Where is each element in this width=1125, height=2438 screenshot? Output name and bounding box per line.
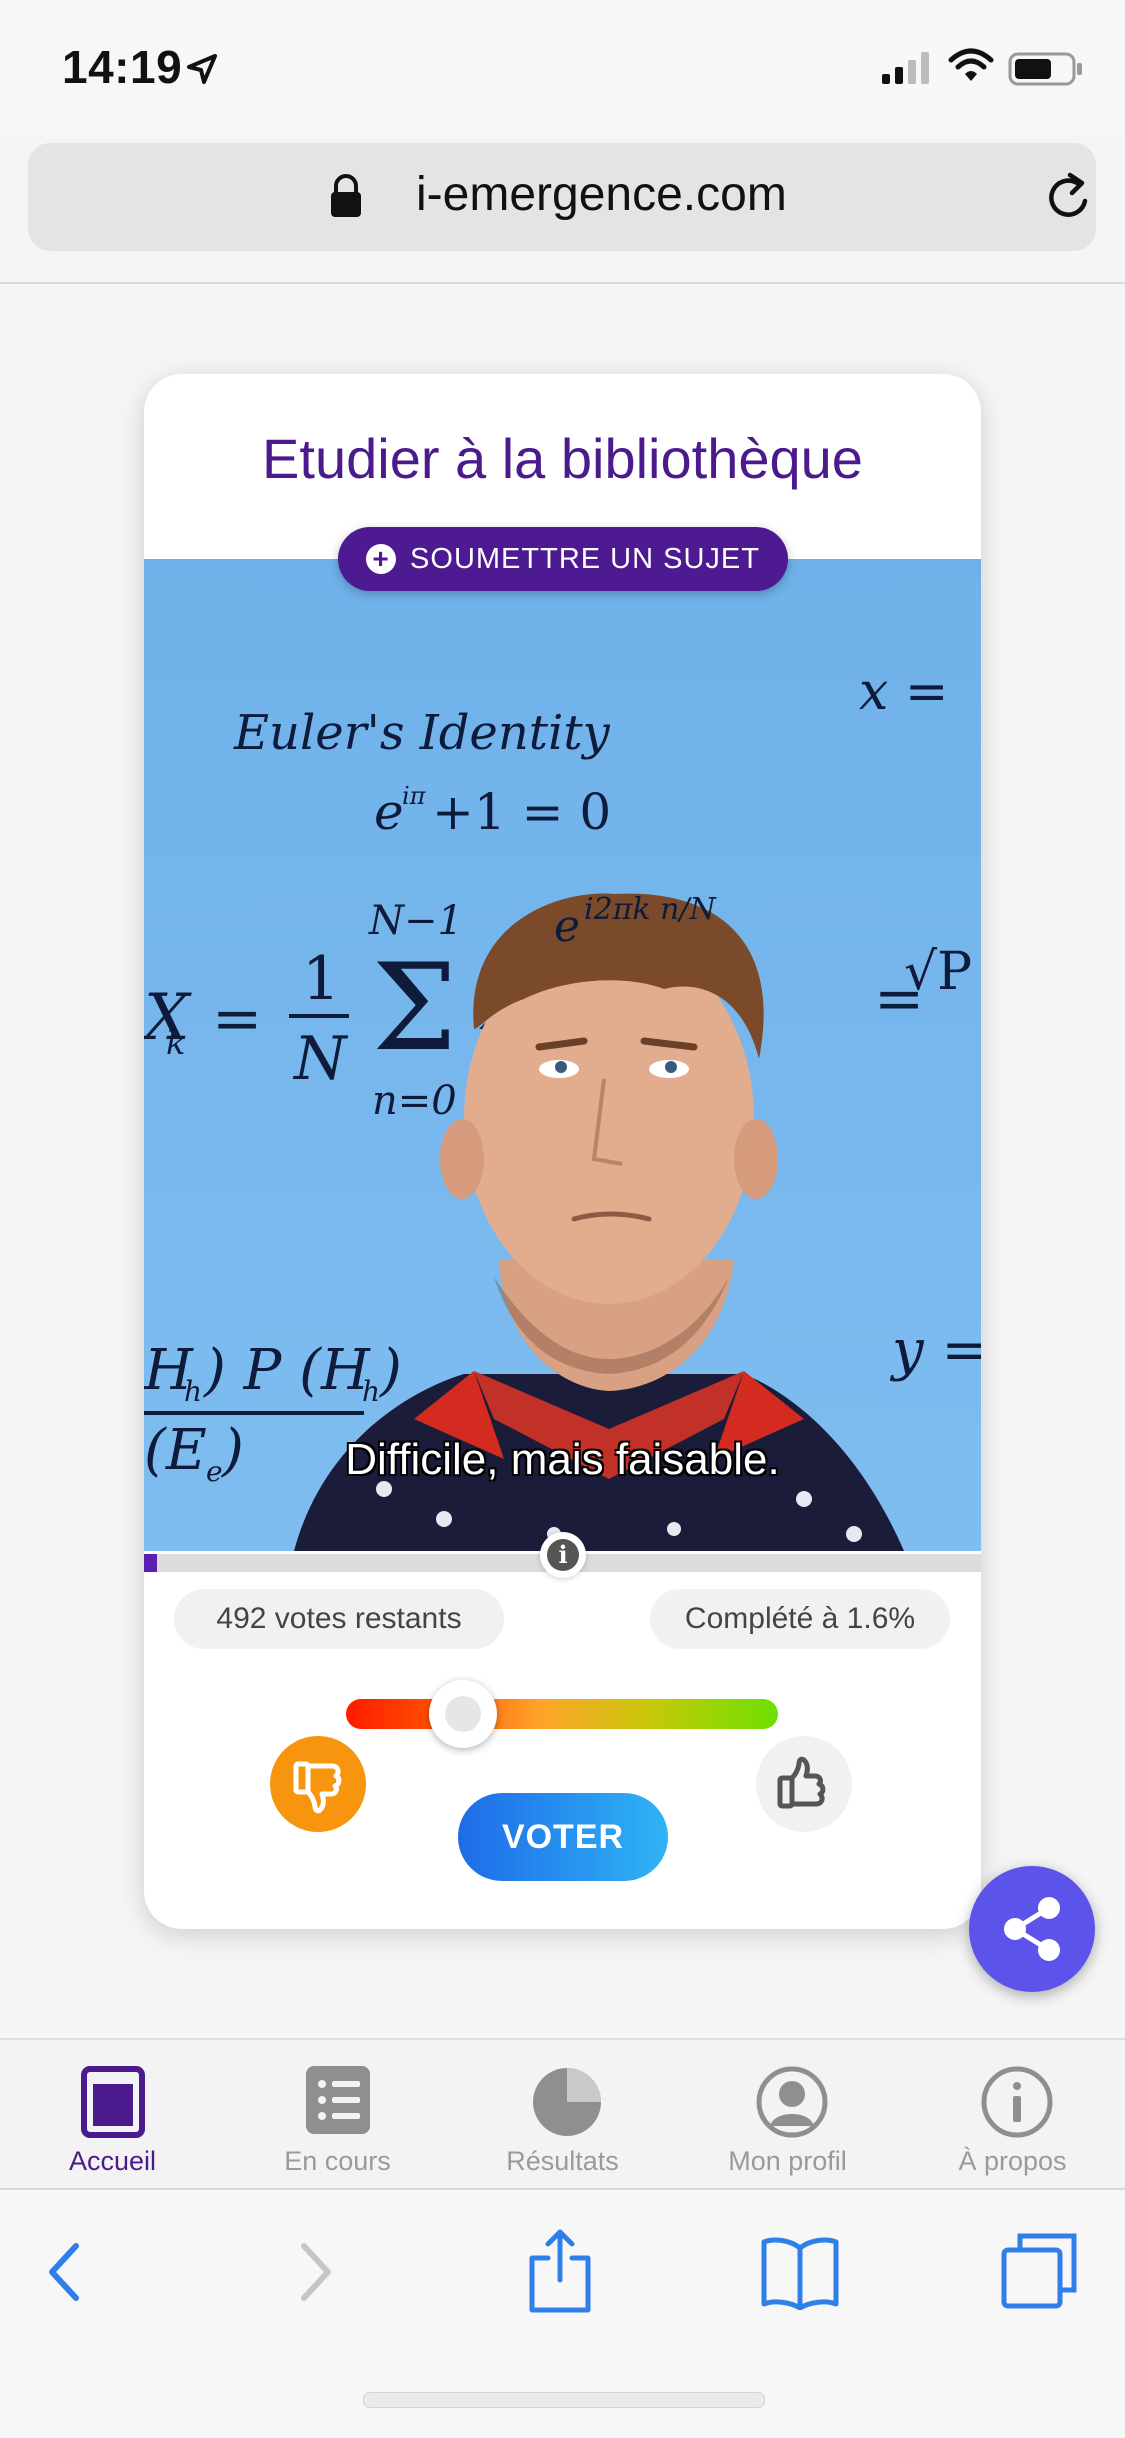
svg-text:i2πk n/N: i2πk n/N (584, 892, 718, 927)
math-background: Euler's Identity eiπ +1 = 0 x = Xk = 1 N… (144, 559, 981, 1551)
reload-icon[interactable] (1044, 171, 1094, 223)
svg-text:1: 1 (302, 944, 340, 1014)
thumbs-down-icon (293, 1761, 342, 1814)
svg-text:k: k (166, 1024, 185, 1062)
svg-text:iπ: iπ (402, 782, 427, 810)
svg-text:y =: y = (889, 1318, 981, 1383)
svg-text:+1 = 0: +1 = 0 (432, 783, 611, 841)
battery-icon (1008, 52, 1082, 86)
address-bar[interactable]: i-emergence.com (28, 143, 1096, 251)
tabs-icon[interactable] (1000, 2232, 1080, 2312)
back-icon[interactable] (44, 2240, 84, 2304)
pie-chart-icon (533, 2068, 601, 2136)
info-button[interactable]: i (540, 1532, 586, 1578)
vote-button[interactable]: VOTER (458, 1793, 668, 1881)
home-card-icon (81, 2066, 145, 2138)
list-icon (306, 2066, 370, 2134)
app-tab-bar: Accueil En cours Résultats Mon profil À … (0, 2038, 1125, 2190)
tab-resultats[interactable]: Résultats (450, 2040, 675, 2190)
svg-text:N: N (292, 1024, 349, 1094)
info-icon: i (547, 1539, 579, 1571)
plus-circle-icon: + (366, 544, 397, 574)
dislike-button[interactable] (270, 1736, 366, 1832)
share-icon (1004, 1897, 1060, 1961)
tab-label: Résultats (506, 2146, 619, 2176)
topic-title: Etudier à la bibliothèque (262, 427, 863, 490)
svg-text:N−1: N−1 (368, 898, 463, 944)
tab-label: En cours (284, 2146, 391, 2176)
svg-text:n=0: n=0 (372, 1078, 457, 1124)
user-avatar-icon (756, 2066, 828, 2138)
url-text: i-emergence.com (416, 168, 787, 221)
thumbs-up-icon (777, 1756, 826, 1809)
share-sheet-icon[interactable] (528, 2228, 592, 2314)
cellular-signal-icon (882, 52, 929, 84)
status-time: 14:19 (62, 41, 183, 93)
tab-label: À propos (958, 2146, 1067, 2176)
wifi-icon (948, 48, 994, 81)
svg-text:e: e (554, 901, 580, 952)
svg-text:): ) (379, 1338, 402, 1403)
svg-text:x =: x = (859, 662, 948, 722)
svg-text:) P (H: ) P (H (203, 1338, 371, 1403)
forward-icon[interactable] (296, 2240, 336, 2304)
status-bar: 14:19 (0, 0, 1125, 135)
location-arrow-icon (187, 54, 217, 84)
progress-fill (144, 1554, 157, 1572)
votes-remaining-badge: 492 votes restants (174, 1589, 504, 1649)
submit-topic-label: SOUMETTRE UN SUJET (410, 542, 760, 575)
svg-text:h: h (362, 1375, 380, 1408)
svg-text:√P: √P (904, 942, 972, 1002)
gif-subtitle: Difficile, mais faisable. (345, 1435, 780, 1484)
rating-slider-thumb[interactable] (429, 1680, 497, 1748)
tab-accueil[interactable]: Accueil (0, 2040, 225, 2190)
tab-label: Accueil (68, 2146, 157, 2176)
svg-text:Σ: Σ (372, 939, 457, 1078)
svg-text:h: h (184, 1375, 202, 1408)
tab-mon-profil[interactable]: Mon profil (675, 2040, 900, 2190)
like-button[interactable] (756, 1736, 852, 1832)
share-button[interactable] (969, 1866, 1095, 1992)
info-circle-icon (981, 2066, 1053, 2138)
rating-slider-track[interactable] (346, 1699, 778, 1729)
divider (0, 282, 1125, 284)
svg-text:e: e (374, 783, 404, 841)
tab-en-cours[interactable]: En cours (225, 2040, 450, 2190)
bookmarks-icon[interactable] (760, 2234, 840, 2310)
completion-badge: Complété à 1.6% (650, 1589, 950, 1649)
tab-label: Mon profil (728, 2146, 847, 2176)
topic-gif: Euler's Identity e iπ +1 = 0 x = Xk = 1 N… (144, 559, 981, 1551)
slider-thumb-dot (445, 1696, 481, 1732)
tab-a-propos[interactable]: À propos (900, 2040, 1125, 2190)
lock-icon (331, 174, 361, 217)
home-indicator (363, 2392, 765, 2408)
formula-caption: Euler's Identity (233, 705, 611, 761)
svg-text:=: = (212, 984, 262, 1054)
topic-card: Etudier à la bibliothèque Euler's Identi… (144, 374, 981, 1929)
submit-topic-button[interactable]: + SOUMETTRE UN SUJET (338, 527, 788, 591)
